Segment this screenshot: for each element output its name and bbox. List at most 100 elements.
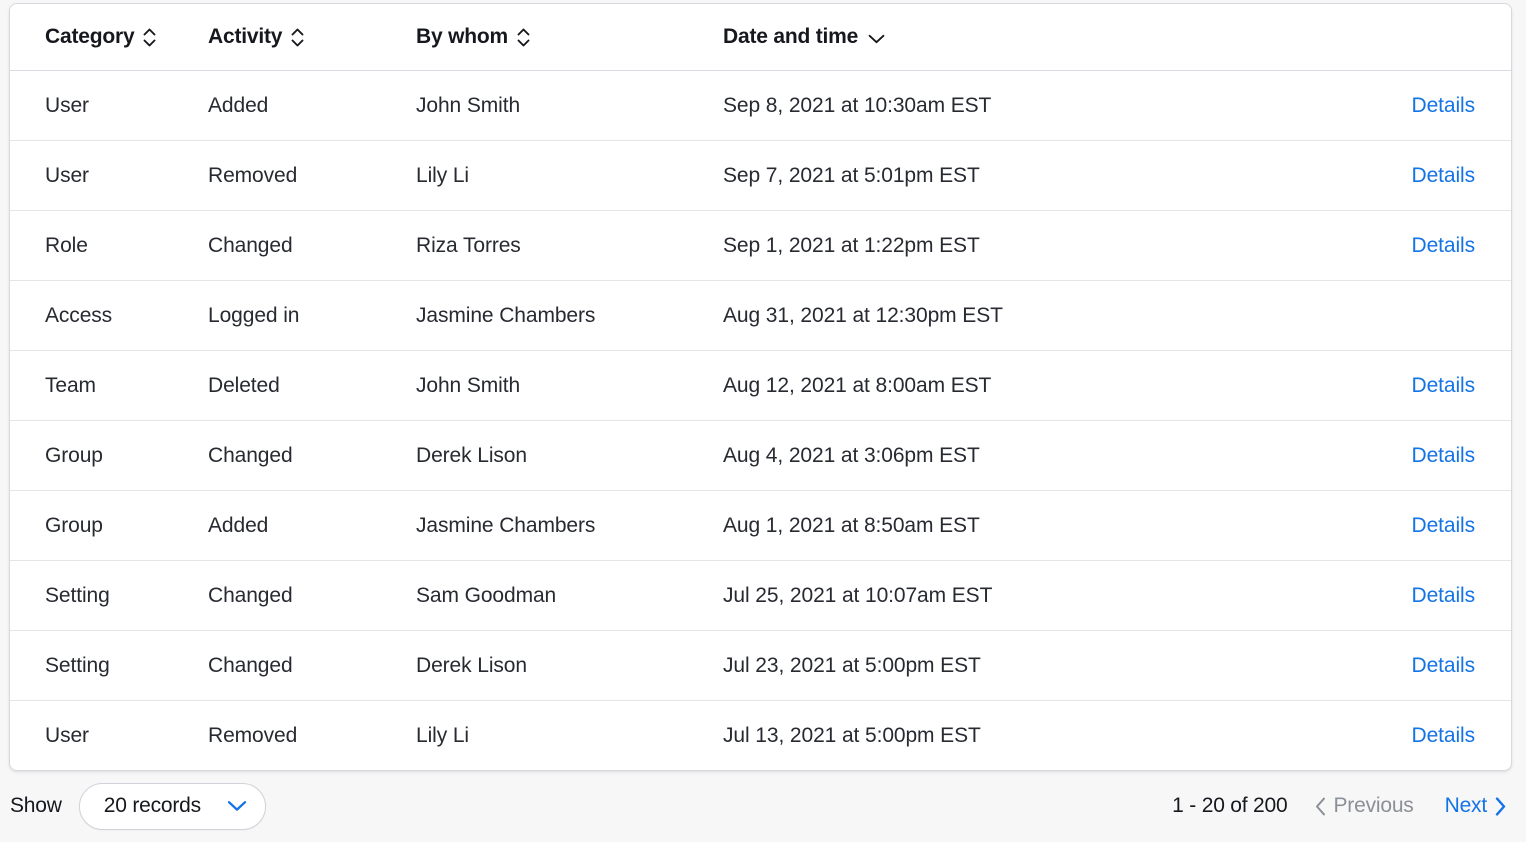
cell-activity: Deleted xyxy=(181,350,389,421)
cell-activity-text: Removed xyxy=(208,163,298,187)
details-link[interactable]: Details xyxy=(1412,444,1512,468)
column-header-activity-label: Activity xyxy=(208,25,283,48)
cell-details: Details xyxy=(1296,560,1512,631)
column-header-category-label: Category xyxy=(45,25,135,48)
previous-page-button[interactable]: Previous xyxy=(1313,790,1416,822)
cell-details: Details xyxy=(1296,630,1512,701)
sort-updown-icon[interactable] xyxy=(291,27,304,47)
cell-details: Details xyxy=(1296,420,1512,491)
cell-bywhom: Jasmine Chambers xyxy=(389,490,696,561)
table-row: Setting Changed Sam Goodman Jul 25, 2021 at… xyxy=(10,560,1512,631)
cell-category-text: Setting xyxy=(45,653,110,677)
table-body: User Added John Smith Sep 8, 2021 at 10:30a… xyxy=(10,71,1512,770)
cell-bywhom-text: Jasmine Chambers xyxy=(416,303,596,327)
column-header-by-whom[interactable]: By whom xyxy=(389,4,696,71)
cell-date-text: Sep 1, 2021 at 1:22pm EST xyxy=(723,233,980,257)
column-header-by-whom-label: By whom xyxy=(416,25,508,48)
cell-date-text: Aug 12, 2021 at 8:00am EST xyxy=(723,373,992,397)
pagination-range: 1 - 20 of 200 xyxy=(1172,794,1288,817)
cell-category: Access xyxy=(10,280,181,351)
cell-date: Jul 13, 2021 at 5:00pm EST xyxy=(696,700,1296,770)
table-footer: Show 20 records 1 - 20 of 200 Previous N… xyxy=(0,770,1526,842)
details-link[interactable]: Details xyxy=(1412,94,1512,118)
cell-activity-text: Changed xyxy=(208,443,293,467)
audit-log-page: Category Activity By whom Date and time … xyxy=(0,0,1526,842)
cell-category: Role xyxy=(10,210,181,281)
cell-bywhom: Derek Lison xyxy=(389,630,696,701)
cell-activity: Removed xyxy=(181,700,389,770)
cell-date-text: Jul 23, 2021 at 5:00pm EST xyxy=(723,653,981,677)
cell-activity-text: Logged in xyxy=(208,303,300,327)
cell-activity: Added xyxy=(181,71,389,141)
cell-category-text: Group xyxy=(45,443,103,467)
cell-category-text: Setting xyxy=(45,583,110,607)
show-label: Show xyxy=(10,794,62,817)
cell-date: Aug 31, 2021 at 12:30pm EST xyxy=(696,280,1296,351)
cell-date: Aug 12, 2021 at 8:00am EST xyxy=(696,350,1296,421)
cell-bywhom: John Smith xyxy=(389,71,696,141)
next-page-button[interactable]: Next xyxy=(1443,790,1508,822)
audit-log-table-card: Category Activity By whom Date and time … xyxy=(9,3,1512,771)
details-link[interactable]: Details xyxy=(1412,584,1512,608)
column-header-category[interactable]: Category xyxy=(10,4,181,71)
cell-details: Details xyxy=(1296,140,1512,211)
cell-category: User xyxy=(10,71,181,141)
previous-page-label: Previous xyxy=(1333,794,1414,817)
cell-activity: Changed xyxy=(181,630,389,701)
cell-category-text: User xyxy=(45,93,89,117)
details-link[interactable]: Details xyxy=(1412,724,1512,748)
records-per-page-select[interactable]: 20 records xyxy=(78,782,266,830)
cell-category: User xyxy=(10,700,181,770)
cell-date-text: Sep 8, 2021 at 10:30am EST xyxy=(723,93,992,117)
table-header: Category Activity By whom Date and time xyxy=(10,4,1511,71)
details-link[interactable]: Details xyxy=(1412,374,1512,398)
cell-date: Sep 7, 2021 at 5:01pm EST xyxy=(696,140,1296,211)
table-row: Group Added Jasmine Chambers Aug 1, 2021 at… xyxy=(10,490,1512,561)
cell-category-text: User xyxy=(45,163,89,187)
table-row: Role Changed Riza Torres Sep 1, 2021 at 1:2… xyxy=(10,210,1512,281)
cell-category-text: Team xyxy=(45,373,96,397)
cell-details: Details xyxy=(1296,700,1512,770)
chevron-right-icon xyxy=(1495,796,1506,816)
details-link[interactable]: Details xyxy=(1412,654,1512,678)
cell-bywhom-text: Lily Li xyxy=(416,723,469,747)
cell-bywhom-text: John Smith xyxy=(416,373,521,397)
cell-activity-text: Changed xyxy=(208,653,293,677)
cell-activity: Changed xyxy=(181,210,389,281)
column-header-date-and-time[interactable]: Date and time xyxy=(696,4,1296,71)
sort-updown-icon[interactable] xyxy=(143,27,156,47)
details-link[interactable]: Details xyxy=(1412,234,1512,258)
cell-category: Setting xyxy=(10,630,181,701)
cell-bywhom-text: Sam Goodman xyxy=(416,583,557,607)
details-link[interactable]: Details xyxy=(1412,164,1512,188)
table-row: Team Deleted John Smith Aug 12, 2021 at 8:0… xyxy=(10,350,1512,421)
sort-updown-icon[interactable] xyxy=(517,27,530,47)
cell-activity-text: Added xyxy=(208,93,269,117)
cell-category: Team xyxy=(10,350,181,421)
cell-date: Aug 1, 2021 at 8:50am EST xyxy=(696,490,1296,561)
details-link[interactable]: Details xyxy=(1412,514,1512,538)
cell-date: Aug 4, 2021 at 3:06pm EST xyxy=(696,420,1296,491)
cell-date-text: Aug 4, 2021 at 3:06pm EST xyxy=(723,443,980,467)
records-per-page-value: 20 records xyxy=(103,794,201,817)
cell-bywhom-text: John Smith xyxy=(416,93,521,117)
chevron-down-icon xyxy=(227,800,247,812)
table-row: Group Changed Derek Lison Aug 4, 2021 at 3:… xyxy=(10,420,1512,491)
cell-activity: Changed xyxy=(181,560,389,631)
cell-category-text: Role xyxy=(45,233,88,257)
column-header-activity[interactable]: Activity xyxy=(181,4,389,71)
cell-activity-text: Changed xyxy=(208,233,293,257)
pagination: 1 - 20 of 200 Previous Next xyxy=(1172,790,1508,822)
chevron-down-icon[interactable] xyxy=(867,31,885,44)
cell-date-text: Aug 1, 2021 at 8:50am EST xyxy=(723,513,980,537)
cell-activity: Added xyxy=(181,490,389,561)
audit-log-table: Category Activity By whom Date and time … xyxy=(10,4,1511,770)
cell-category-text: Access xyxy=(45,303,113,327)
cell-bywhom: Lily Li xyxy=(389,140,696,211)
cell-activity-text: Removed xyxy=(208,723,298,747)
column-header-details xyxy=(1296,4,1511,71)
cell-category: Setting xyxy=(10,560,181,631)
cell-category: Group xyxy=(10,490,181,561)
cell-category: User xyxy=(10,140,181,211)
cell-activity-text: Added xyxy=(208,513,269,537)
